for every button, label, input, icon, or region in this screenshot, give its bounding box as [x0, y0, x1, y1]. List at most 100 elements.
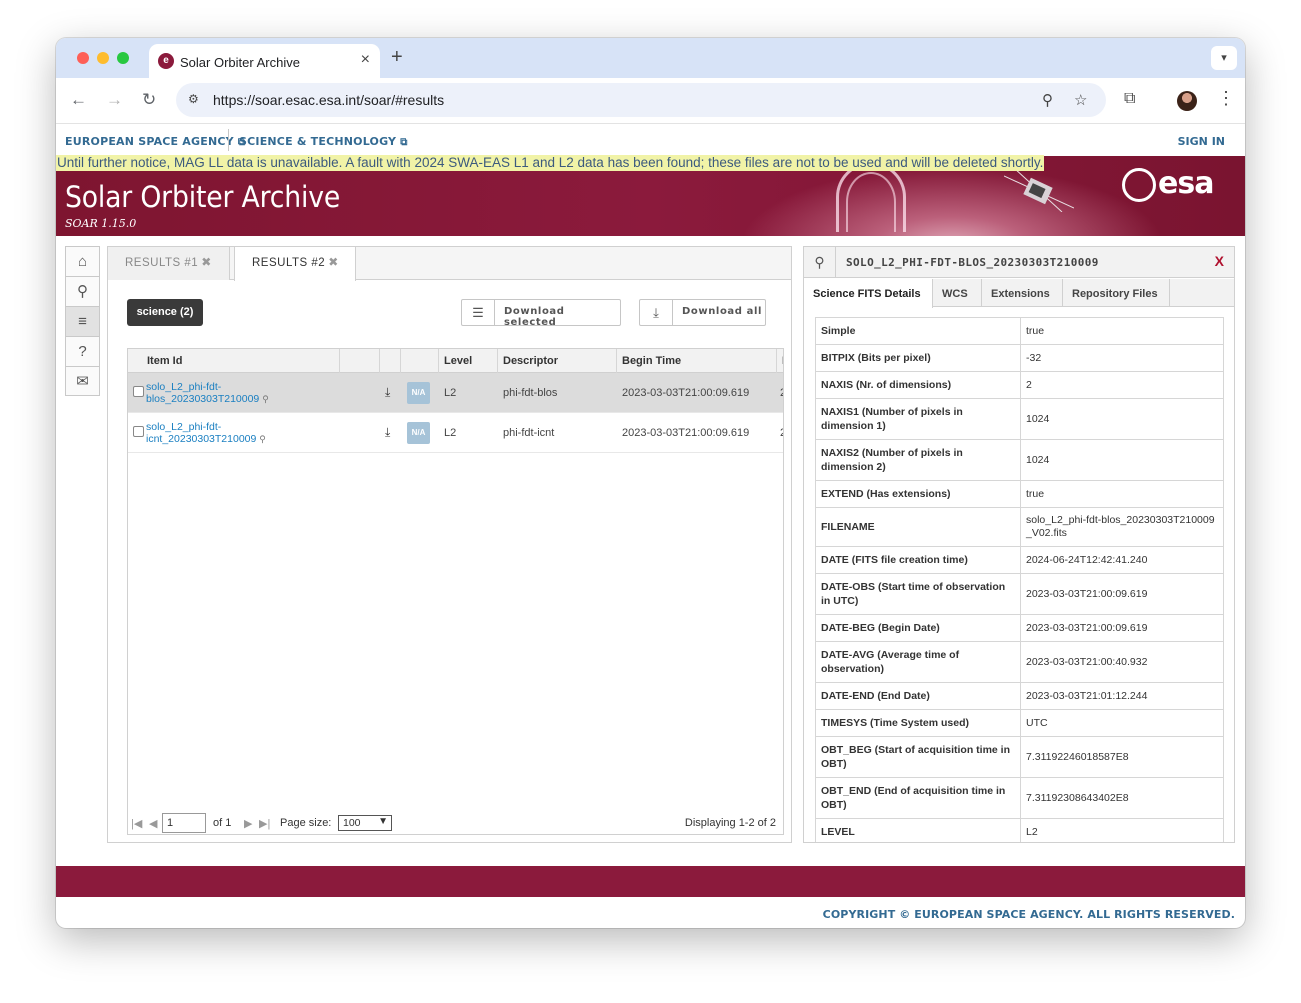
download-all-label: Download all	[682, 306, 763, 317]
fits-detail-row: TIMESYS (Time System used) UTC	[815, 710, 1224, 737]
tab-results-2[interactable]: RESULTS #2 ✖	[234, 247, 356, 281]
item-id-line2: icnt_20230303T210009	[146, 433, 257, 445]
search-icon[interactable]: ⚲	[804, 247, 836, 278]
fits-detail-value: L2	[1026, 825, 1038, 838]
fits-detail-value: 1024	[1026, 453, 1050, 466]
esa-logo-text: esa	[1158, 166, 1214, 201]
column-header-end-time[interactable]: E	[777, 349, 783, 373]
fits-detail-row: OBT_BEG (Start of acquisition time in OB…	[815, 737, 1224, 778]
page-number-input[interactable]: 1	[162, 813, 206, 833]
archive-title[interactable]: Solar Orbiter Archive	[65, 180, 340, 214]
reload-icon[interactable]: ↻	[142, 90, 156, 110]
profile-avatar[interactable]	[1177, 91, 1197, 111]
esa-bar-divider	[228, 129, 229, 151]
previous-page-icon[interactable]: ◀	[149, 817, 157, 830]
column-header-level[interactable]: Level	[439, 349, 498, 373]
chevron-down-icon: ▼	[378, 816, 388, 827]
fits-detail-key: DATE (FITS file creation time)	[816, 547, 1021, 573]
forward-arrow-icon[interactable]: →	[106, 90, 123, 110]
browser-window: e Solar Orbiter Archive × + ▾ ← → ↻ ⚙ ht…	[56, 38, 1245, 928]
fits-detail-value: 2023-03-03T21:00:40.932	[1026, 655, 1148, 668]
item-id-link[interactable]: solo_L2_phi-fdt-blos_20230303T210009 ⚲	[146, 381, 286, 405]
grid-header: Item Id Level Descriptor Begin Time E	[128, 349, 783, 373]
last-page-icon[interactable]: ▶|	[259, 817, 270, 830]
site-info-icon[interactable]: ⚙	[188, 92, 204, 108]
row-checkbox[interactable]	[133, 426, 144, 437]
science-filter-button[interactable]: science (2)	[127, 299, 203, 326]
next-page-icon[interactable]: ▶	[244, 817, 252, 830]
browser-menu-icon[interactable]: ⋮	[1217, 88, 1235, 108]
help-icon[interactable]: ?	[65, 336, 100, 366]
end-time-cell: 2	[780, 427, 783, 439]
tab-extensions[interactable]: Extensions	[982, 279, 1063, 307]
descriptor-cell: phi-fdt-icnt	[503, 427, 555, 439]
fits-detail-row: DATE-END (End Date) 2023-03-03T21:01:12.2…	[815, 683, 1224, 710]
back-arrow-icon[interactable]: ←	[70, 90, 87, 110]
search-icon[interactable]: ⚲	[65, 276, 100, 306]
url-text[interactable]: https://soar.esac.esa.int/soar/#results	[213, 92, 444, 108]
column-header-descriptor[interactable]: Descriptor	[498, 349, 617, 373]
new-tab-icon[interactable]: +	[391, 47, 403, 67]
close-window-button[interactable]	[77, 52, 89, 64]
fits-detail-key: DATE-END (End Date)	[816, 683, 1021, 709]
pagination-bar: |◀ ◀ 1 of 1 ▶ ▶| Page size: 100 ▼ Display…	[127, 813, 784, 835]
column-header-begin-time[interactable]: Begin Time	[617, 349, 777, 373]
esa-logo[interactable]: esa	[1122, 166, 1232, 202]
fits-detail-row: Simple true	[815, 317, 1224, 345]
browser-tab[interactable]: e Solar Orbiter Archive ×	[149, 44, 380, 78]
fits-detail-key: OBT_BEG (Start of acquisition time in OB…	[816, 737, 1021, 777]
begin-time-cell: 2023-03-03T21:00:09.619	[622, 387, 750, 399]
zoom-icon[interactable]: ⚲	[1042, 91, 1053, 109]
item-id-link[interactable]: solo_L2_phi-fdt-icnt_20230303T210009 ⚲	[146, 421, 286, 445]
download-icon[interactable]: ⤓	[385, 385, 390, 400]
fits-detail-key: Simple	[816, 318, 1021, 344]
na-badge: N/A	[407, 422, 430, 444]
close-tab-icon[interactable]: ×	[361, 52, 370, 68]
minimize-window-button[interactable]	[97, 52, 109, 64]
fits-detail-key: BITPIX (Bits per pixel)	[816, 345, 1021, 371]
table-row[interactable]: solo_L2_phi-fdt-icnt_20230303T210009 ⚲ ⤓…	[128, 413, 783, 453]
bookmark-star-icon[interactable]: ☆	[1074, 91, 1087, 109]
page-size-label: Page size:	[280, 817, 332, 829]
sign-in-link[interactable]: SIGN IN	[1178, 135, 1225, 148]
column-header-blank	[380, 349, 401, 373]
magnifier-icon[interactable]: ⚲	[262, 394, 269, 404]
favicon-icon: e	[158, 53, 174, 69]
details-title: SOLO_L2_PHI-FDT-BLOS_20230303T210009	[846, 256, 1099, 269]
close-details-button[interactable]: X	[1215, 253, 1224, 269]
extensions-puzzle-icon[interactable]: ⧉	[1124, 90, 1135, 108]
address-bar[interactable]: ⚙ https://soar.esac.esa.int/soar/#result…	[176, 83, 1106, 117]
table-row[interactable]: solo_L2_phi-fdt-blos_20230303T210009 ⚲ ⤓…	[128, 373, 783, 413]
end-time-cell: 2	[780, 387, 783, 399]
page-size-select[interactable]: 100 ▼	[338, 815, 392, 831]
download-icon[interactable]: ⤓	[385, 425, 390, 440]
tab-wcs[interactable]: WCS	[933, 279, 982, 307]
tab-science-fits-details[interactable]: Science FITS Details	[804, 279, 933, 308]
download-all-button[interactable]: ⤓ Download all	[639, 299, 766, 326]
tab-repository-files[interactable]: Repository Files	[1063, 279, 1170, 307]
science-technology-link[interactable]: SCIENCE & TECHNOLOGY ⧉	[239, 135, 408, 148]
magnifier-icon[interactable]: ⚲	[259, 434, 266, 444]
fits-detail-key: NAXIS2 (Number of pixels in dimension 2)	[816, 440, 1021, 480]
fits-detail-value: true	[1026, 324, 1045, 337]
esa-agency-link[interactable]: EUROPEAN SPACE AGENCY ⧉	[65, 135, 245, 148]
tab-results-1[interactable]: RESULTS #1 ✖	[108, 247, 230, 280]
close-tab-icon[interactable]: ✖	[328, 255, 339, 269]
download-selected-button[interactable]: ☰ Download selected	[461, 299, 621, 328]
close-tab-icon[interactable]: ✖	[201, 255, 212, 269]
footer-bar	[56, 866, 1245, 897]
tab-search-chevron-icon[interactable]: ▾	[1211, 46, 1237, 70]
column-header-item-id[interactable]: Item Id	[128, 349, 340, 373]
esa-logo-icon	[1122, 168, 1156, 202]
tab-results-1-label: RESULTS #1	[125, 257, 199, 269]
maximize-window-button[interactable]	[117, 52, 129, 64]
results-list-icon[interactable]: ≡	[65, 306, 100, 336]
fits-detail-key: OBT_END (End of acquisition time in OBT)	[816, 778, 1021, 818]
fits-detail-row: EXTEND (Has extensions) true	[815, 481, 1224, 508]
mail-icon[interactable]: ✉	[65, 366, 100, 396]
row-checkbox[interactable]	[133, 386, 144, 397]
item-id-line1: solo_L2_phi-fdt-	[146, 421, 222, 433]
browser-toolbar: ← → ↻ ⚙ https://soar.esac.esa.int/soar/#…	[56, 78, 1245, 124]
first-page-icon[interactable]: |◀	[131, 817, 142, 830]
home-icon[interactable]: ⌂	[65, 246, 100, 276]
